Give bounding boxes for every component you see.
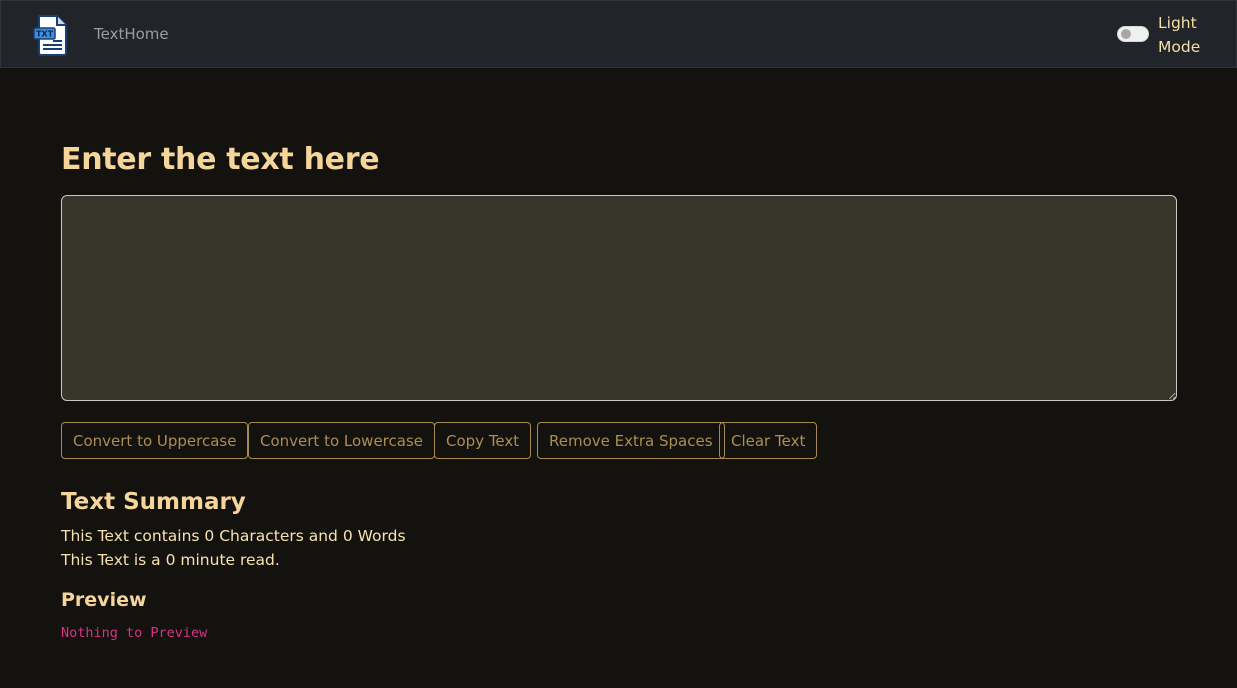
switch-knob — [1121, 29, 1131, 39]
light-mode-label[interactable]: Light Mode — [1158, 11, 1218, 59]
remove-extra-spaces-button[interactable]: Remove Extra Spaces — [537, 422, 725, 459]
preview-title: Preview — [61, 589, 147, 611]
light-mode-switch[interactable] — [1117, 26, 1149, 42]
summary-counts: This Text contains 0 Characters and 0 Wo… — [61, 527, 406, 545]
text-input[interactable] — [61, 195, 1177, 401]
convert-uppercase-button[interactable]: Convert to Uppercase — [61, 422, 249, 459]
copy-text-button[interactable]: Copy Text — [434, 422, 532, 459]
navbar: TXT TextHome Light Mode — [0, 0, 1237, 68]
txt-file-icon[interactable]: TXT — [33, 14, 69, 56]
summary-read-time: This Text is a 0 minute read. — [61, 551, 280, 569]
summary-title: Text Summary — [61, 489, 246, 515]
brand-link[interactable]: TextHome — [94, 25, 169, 43]
page-heading: Enter the text here — [61, 142, 380, 177]
convert-lowercase-button[interactable]: Convert to Lowercase — [248, 422, 435, 459]
clear-text-button[interactable]: Clear Text — [719, 422, 818, 459]
preview-text: Nothing to Preview — [61, 625, 208, 641]
logo-text: TXT — [36, 30, 54, 39]
